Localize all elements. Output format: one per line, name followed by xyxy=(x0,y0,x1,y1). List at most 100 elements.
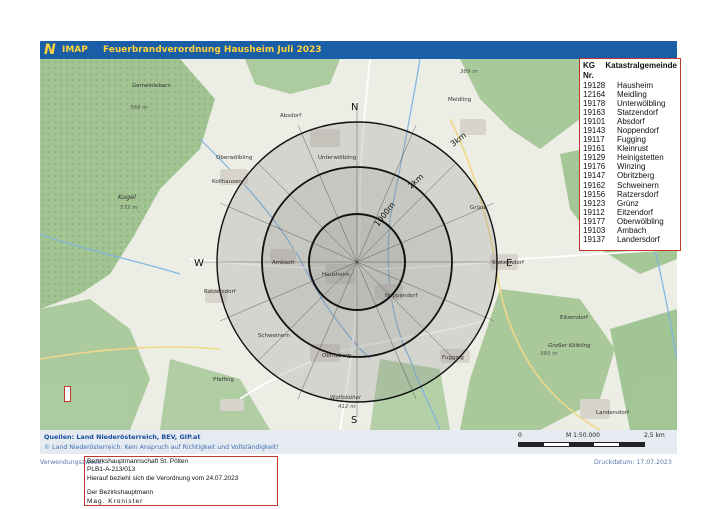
kg-number: 19128 xyxy=(583,81,606,90)
reference-number: PLB1-A-213/013 xyxy=(87,466,136,474)
map-copyright: © Land Niederösterreich: Kein Anspruch a… xyxy=(44,444,279,451)
regulation-reference: Hierauf bezieht sich die Verordnung vom … xyxy=(87,474,239,482)
kg-name: Noppendorf xyxy=(617,126,659,136)
legend-row: 12164 Meidling xyxy=(583,90,677,99)
legend-row: 19128 Hausheim xyxy=(583,81,677,90)
kg-name: Ambach xyxy=(617,225,647,235)
kg-number: 19147 xyxy=(583,171,606,181)
app-name: IMAP xyxy=(62,45,88,55)
legend-row: 19143 Noppendorf xyxy=(583,126,677,135)
place-label: Ratzersdorf xyxy=(204,289,237,295)
kg-name: Heinigstetten xyxy=(617,153,664,163)
compass-south: S xyxy=(351,415,357,426)
official-title: Der Bezirkshauptmann xyxy=(87,489,154,497)
scale-end: 2,5 km xyxy=(644,432,665,439)
legend-col-nr: KG Nr. xyxy=(583,61,595,80)
place-label: Wolfsbühel xyxy=(330,395,361,401)
legend-row: 19117 Fugging xyxy=(583,135,677,144)
place-label: Absdorf xyxy=(280,113,302,119)
official-name: Mag. Kronister xyxy=(87,497,144,505)
kg-name: Unterwölbling xyxy=(617,99,666,109)
place-label: Pfaffing xyxy=(213,377,234,383)
place-label: Eitzendorf xyxy=(560,315,589,321)
legend-row: 19137 Landersdorf xyxy=(583,235,677,244)
elevation-label: 569 m xyxy=(130,105,148,111)
place-label: Meidling xyxy=(448,97,471,103)
kg-name: Winzing xyxy=(617,162,646,172)
kg-number: 19156 xyxy=(583,189,606,199)
kg-number: 19176 xyxy=(583,162,606,172)
place-label: Noppendorf xyxy=(385,293,418,299)
legend-row: 19156 Ratzersdorf xyxy=(583,190,677,199)
elevation-label: 412 m xyxy=(338,404,356,410)
legend-row: 19123 Grünz xyxy=(583,199,677,208)
place-label: Fugging xyxy=(442,355,464,361)
kg-number: 19161 xyxy=(583,144,606,154)
authority-info-box: Bezirkshauptmannschaft St. Pölten PLB1-A… xyxy=(84,456,278,506)
kg-name: Hausheim xyxy=(617,81,654,90)
kg-number: 19163 xyxy=(583,108,606,118)
kg-number: 19123 xyxy=(583,198,606,208)
place-label: Obritzberg xyxy=(322,353,351,359)
compass-west: W xyxy=(194,258,204,269)
kg-name: Eitzendorf xyxy=(617,207,654,217)
kg-name: Absdorf xyxy=(617,117,645,127)
place-label: Schweinern xyxy=(258,333,290,339)
legend-rows: 19128 Hausheim 12164 Meidling 19178 Unterwölb… xyxy=(583,81,677,244)
kg-name: Fugging xyxy=(617,135,646,145)
map-title-bar: N IMAP Feuerbrandverordnung Hausheim Jul… xyxy=(40,41,677,59)
imap-logo: N xyxy=(44,42,56,58)
map-title: Feuerbrandverordnung Hausheim Juli 2023 xyxy=(103,45,322,55)
place-label: Großer Kölbling xyxy=(548,343,591,349)
kg-name: Obritzberg xyxy=(617,171,655,181)
location-marker xyxy=(64,386,71,402)
legend-row: 19112 Eitzendorf xyxy=(583,208,677,217)
place-label: Kogel xyxy=(118,193,136,201)
scale-bar: 0 M 1:50.000 2,5 km xyxy=(518,432,674,452)
map-footer: Quellen: Land Niederösterreich, BEV, GIP… xyxy=(40,430,677,454)
kg-number: 19178 xyxy=(583,99,606,109)
scale-zero: 0 xyxy=(518,432,522,439)
kg-name: Oberwölbling xyxy=(617,216,664,226)
place-label: Gemeinlebarn xyxy=(132,83,171,89)
authority-name: Bezirkshauptmannschaft St. Pölten xyxy=(87,458,189,465)
kg-name: Ratzersdorf xyxy=(617,189,659,199)
kg-number: 19129 xyxy=(583,153,606,163)
place-label: Ambach xyxy=(272,260,295,266)
kg-number: 19112 xyxy=(583,207,605,217)
kg-number: 19103 xyxy=(583,225,606,235)
legend-row: 19177 Oberwölbling xyxy=(583,217,677,226)
place-label: Hausheim xyxy=(322,272,350,278)
kg-name: Kleinrust xyxy=(617,144,649,154)
kg-name: Landersdorf xyxy=(617,234,660,244)
legend-row: 19129 Heinigstetten xyxy=(583,153,677,162)
legend-row: 19101 Absdorf xyxy=(583,117,677,126)
legend-header: KG Nr. Katastralgemeinde xyxy=(583,61,677,81)
compass-north: N xyxy=(351,102,358,113)
scale-ruler xyxy=(518,442,645,447)
kg-number: 12164 xyxy=(583,90,606,100)
kg-number: 19177 xyxy=(583,216,606,226)
legend-row: 19161 Kleinrust xyxy=(583,144,677,153)
kg-name: Statzendorf xyxy=(617,108,658,118)
map-sources: Quellen: Land Niederösterreich, BEV, GIP… xyxy=(44,433,201,441)
legend-row: 19162 Schweinern xyxy=(583,181,677,190)
legend-row: 19147 Obritzberg xyxy=(583,171,677,180)
kg-name: Schweinern xyxy=(617,180,659,190)
place-label: Landersdorf xyxy=(596,410,630,416)
legend-col-name: Katastralgemeinde xyxy=(605,61,677,70)
elevation-label: 393 m xyxy=(540,351,558,357)
legend-row: 19176 Winzing xyxy=(583,162,677,171)
place-label: Kollhausen xyxy=(212,179,242,185)
kg-name: Grünz xyxy=(617,198,639,208)
elevation-label: 389 m xyxy=(460,69,478,75)
place-label: Grünz xyxy=(470,205,486,211)
place-label: Unterwölbling xyxy=(318,155,356,161)
scale-ratio: M 1:50.000 xyxy=(566,432,600,439)
print-date: Druckdatum: 17.07.2023 xyxy=(594,459,672,466)
place-label: Statzendorf xyxy=(492,260,525,266)
cadastral-legend: KG Nr. Katastralgemeinde 19128 Hausheim 12… xyxy=(579,58,681,251)
elevation-label: 572 m xyxy=(120,205,138,211)
legend-row: 19103 Ambach xyxy=(583,226,677,235)
place-label: Oberwölbling xyxy=(216,155,252,161)
